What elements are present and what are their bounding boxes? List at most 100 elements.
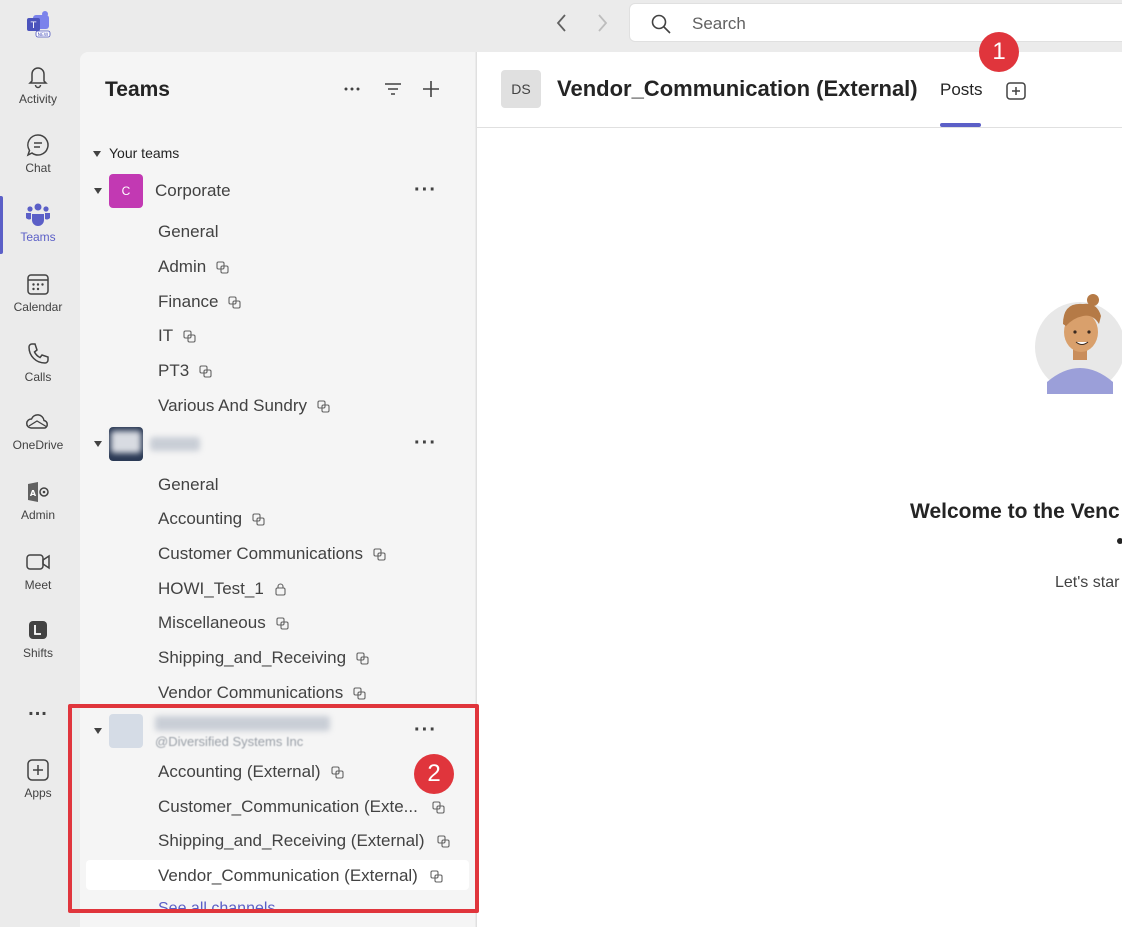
team-caret-icon: [94, 441, 102, 447]
team-row-corporate[interactable]: C Corporate ···: [80, 174, 475, 210]
search-input[interactable]: Search: [629, 3, 1122, 42]
rail-item-calls[interactable]: Calls: [0, 340, 76, 384]
team-caret-icon: [94, 188, 102, 194]
team-row-blurred[interactable]: ···: [80, 427, 475, 463]
channel-label: General: [158, 222, 219, 241]
cloud-icon: [26, 414, 48, 429]
rail-label-calls: Calls: [24, 370, 52, 384]
rail-label-meet: Meet: [24, 578, 52, 592]
channel-label: Admin: [158, 257, 207, 276]
tab-posts[interactable]: Posts: [940, 80, 983, 100]
rail-item-shifts[interactable]: Shifts: [0, 616, 76, 660]
rail-label-activity: Activity: [18, 92, 57, 106]
app-rail: Activity Chat Teams Calendar Calls OneDr…: [0, 48, 78, 927]
channel-item[interactable]: Customer Communications: [158, 544, 386, 576]
channel-label: IT: [158, 326, 174, 345]
channel-label: Shipping_and_Receiving: [158, 648, 347, 667]
rail-item-chat[interactable]: Chat: [0, 131, 76, 175]
channel-label: Vendor Communications: [158, 683, 344, 702]
svg-text:NEW: NEW: [38, 32, 49, 38]
rail-label-chat: Chat: [25, 161, 51, 175]
channel-item[interactable]: HOWI_Test_1: [158, 579, 287, 611]
channel-item[interactable]: General: [158, 475, 218, 507]
shared-channel-icon: [183, 330, 196, 343]
rail-item-activity[interactable]: Activity: [0, 62, 76, 106]
bell-icon: [28, 67, 48, 89]
welcome-subtitle: Let's star: [1055, 574, 1120, 591]
team-name: Corporate: [155, 181, 231, 200]
team-avatar: C: [109, 174, 143, 208]
channel-item[interactable]: General: [158, 222, 218, 254]
rail-item-admin[interactable]: A Admin: [0, 478, 76, 522]
shared-channel-icon: [216, 261, 229, 274]
channel-item[interactable]: Finance: [158, 292, 242, 324]
collapse-caret-icon: [93, 151, 101, 158]
channel-item[interactable]: Shipping_and_Receiving: [158, 648, 369, 680]
annotation-badge-2: 2: [414, 754, 454, 794]
rail-item-onedrive[interactable]: OneDrive: [0, 408, 76, 452]
blurred-team-name: [150, 437, 200, 451]
active-tab-indicator: [940, 123, 981, 127]
svg-text:T: T: [30, 21, 37, 31]
more-options-icon[interactable]: [341, 78, 363, 100]
team-more-icon[interactable]: ···: [414, 179, 437, 202]
shared-channel-icon: [199, 365, 212, 378]
rail-item-apps[interactable]: Apps: [0, 756, 76, 800]
rail-label-shifts: Shifts: [22, 646, 53, 660]
admin-icon: A: [28, 482, 49, 502]
svg-text:A: A: [30, 489, 37, 498]
welcome-illustration: [1035, 294, 1122, 394]
channel-label: General: [158, 475, 219, 494]
shared-channel-icon: [228, 296, 242, 309]
shared-channel-icon: [373, 548, 386, 561]
channel-label: PT3: [158, 361, 190, 380]
rail-label-teams: Teams: [20, 230, 56, 244]
more-icon: ...: [28, 698, 48, 720]
channel-label: Finance: [158, 292, 219, 311]
channel-item[interactable]: Miscellaneous: [158, 613, 289, 645]
highlight-box: [68, 704, 479, 913]
teams-icon: [26, 203, 50, 226]
rail-more-button[interactable]: ...: [0, 696, 76, 721]
team-avatar: DS: [501, 70, 541, 108]
chat-icon: [26, 134, 49, 157]
channel-label: Accounting: [158, 509, 243, 528]
welcome-title: Welcome to the Venc: [910, 500, 1120, 523]
calendar-icon: [27, 274, 49, 295]
channel-item[interactable]: PT3: [158, 361, 212, 393]
back-arrow-icon[interactable]: [552, 12, 572, 34]
welcome-title-fragment: [1117, 538, 1122, 544]
channel-item[interactable]: IT: [158, 326, 196, 358]
phone-icon: [28, 343, 49, 364]
section-label: Your teams: [109, 145, 180, 161]
channel-label: Various And Sundry: [158, 396, 307, 415]
channel-item[interactable]: Various And Sundry: [158, 396, 330, 428]
filter-icon[interactable]: [382, 78, 404, 100]
rail-label-apps: Apps: [24, 786, 52, 800]
search-placeholder: Search: [692, 14, 746, 33]
search-icon: [651, 14, 671, 34]
channel-title: Vendor_Communication (External): [557, 76, 918, 101]
your-teams-section[interactable]: Your teams: [93, 145, 179, 161]
forward-arrow-icon[interactable]: [592, 12, 612, 34]
channel-label: Miscellaneous: [158, 613, 266, 632]
shifts-icon: [29, 621, 47, 639]
team-more-icon[interactable]: ···: [414, 432, 437, 455]
video-icon: [26, 554, 50, 570]
shared-channel-icon: [317, 400, 330, 413]
teams-app-logo[interactable]: T NEW: [24, 10, 52, 38]
channel-main: DS Vendor_Communication (External) Posts…: [476, 52, 1122, 927]
shared-channel-icon: [356, 652, 369, 665]
title-bar: T NEW Search: [0, 0, 1122, 48]
private-channel-lock-icon: [275, 583, 286, 596]
add-icon[interactable]: [420, 78, 442, 100]
shared-channel-icon: [353, 687, 366, 700]
add-tab-icon[interactable]: [1005, 80, 1027, 102]
rail-item-meet[interactable]: Meet: [0, 548, 76, 592]
team-avatar-blurred: [109, 427, 143, 461]
rail-item-calendar[interactable]: Calendar: [0, 270, 76, 314]
channel-item[interactable]: Accounting: [158, 509, 265, 541]
channel-item[interactable]: Admin: [158, 257, 229, 289]
rail-item-teams[interactable]: Teams: [0, 200, 76, 244]
panel-title: Teams: [105, 78, 170, 101]
